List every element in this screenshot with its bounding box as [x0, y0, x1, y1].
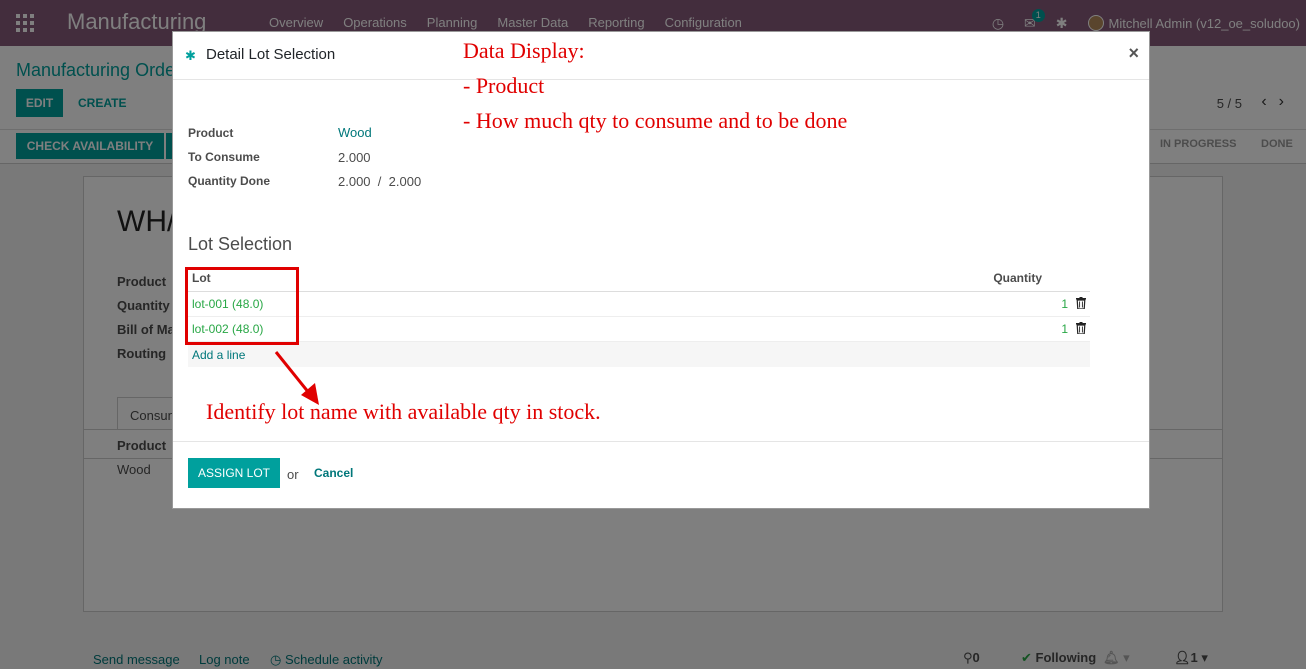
trash-icon[interactable]: [1076, 297, 1086, 309]
modal-header: ✱ Detail Lot Selection ×: [173, 32, 1149, 80]
column-quantity: Quantity: [993, 271, 1042, 285]
to-consume-value: 2.000: [338, 150, 371, 165]
or-text: or: [287, 467, 299, 482]
quantity-done-value: 2.000 / 2.000: [338, 174, 421, 189]
add-line-row: Add a line: [188, 342, 1090, 367]
annotation-lot-note: Identify lot name with available qty in …: [206, 399, 601, 424]
close-icon[interactable]: ×: [1128, 43, 1139, 64]
lot-quantity[interactable]: 1: [1061, 322, 1068, 336]
annotation-data-display: Data Display:: [463, 38, 585, 63]
lot-highlight-box: [185, 267, 299, 345]
annotation-qty: - How much qty to consume and to be done: [463, 108, 848, 133]
table-row[interactable]: lot-001 (48.0) 1: [188, 292, 1090, 317]
lot-quantity[interactable]: 1: [1061, 297, 1068, 311]
trash-icon[interactable]: [1076, 322, 1086, 334]
annotation-product: - Product: [463, 73, 545, 98]
lot-table-header: Lot Quantity: [188, 268, 1090, 292]
modal-title: Detail Lot Selection: [206, 46, 336, 63]
lot-selection-dialog: ✱ Detail Lot Selection × Product Wood To…: [172, 31, 1150, 509]
bug-icon: ✱: [185, 48, 196, 63]
qty-total: 2.000: [388, 174, 422, 189]
product-link[interactable]: Wood: [338, 125, 372, 140]
modal-footer: ASSIGN LOT or Cancel: [173, 441, 1149, 508]
assign-lot-button[interactable]: ASSIGN LOT: [188, 458, 280, 488]
quantity-done-label: Quantity Done: [188, 174, 271, 188]
cancel-button[interactable]: Cancel: [314, 466, 353, 480]
lot-selection-heading: Lot Selection: [188, 234, 293, 254]
to-consume-label: To Consume: [188, 150, 260, 164]
table-row[interactable]: lot-002 (48.0) 1: [188, 317, 1090, 342]
qty-separator: /: [377, 174, 382, 189]
add-line-link[interactable]: Add a line: [192, 348, 245, 362]
product-label: Product: [188, 126, 234, 140]
qty-done: 2.000: [338, 174, 371, 189]
